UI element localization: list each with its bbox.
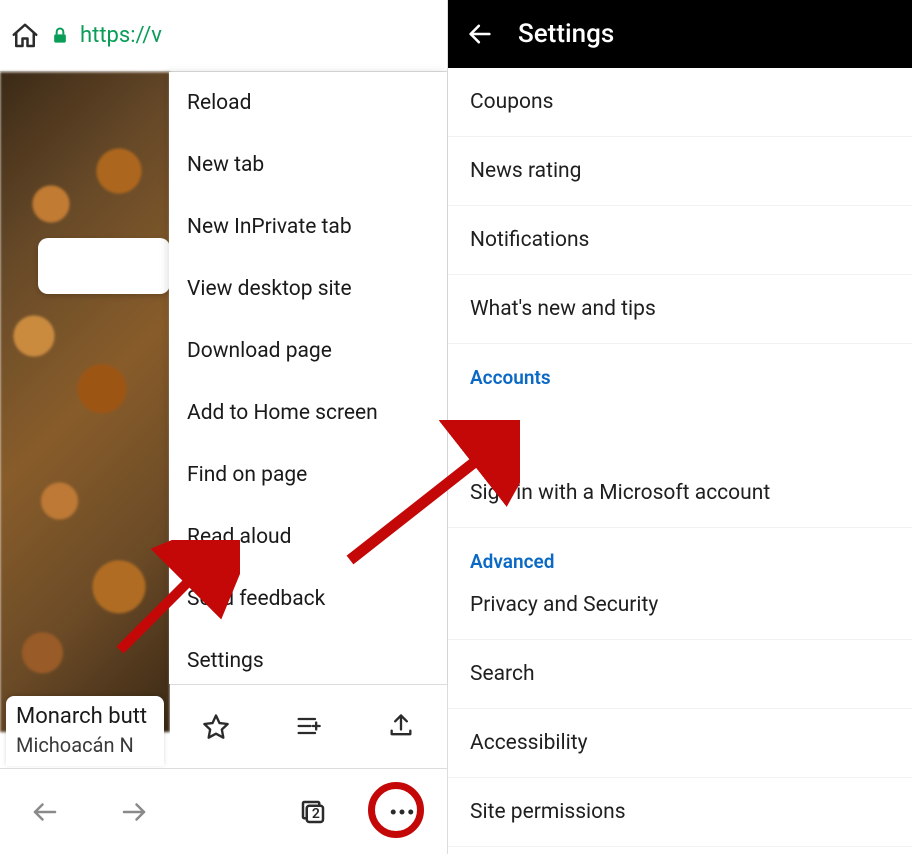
right-screenshot: Settings Coupons News rating Notificatio… — [448, 0, 912, 854]
reading-list-button[interactable] — [283, 701, 333, 751]
page-search-box[interactable] — [38, 238, 170, 294]
settings-item-privacy-security[interactable]: Privacy and Security — [448, 583, 912, 640]
menu-item-settings[interactable]: Settings — [169, 630, 447, 692]
settings-title: Settings — [518, 19, 614, 49]
back-icon[interactable] — [466, 20, 494, 48]
overflow-menu: Reload New tab New InPrivate tab View de… — [169, 72, 447, 684]
back-button[interactable] — [0, 769, 89, 854]
settings-item-sign-in[interactable]: Sign in with a Microsoft account — [448, 459, 912, 528]
menu-item-find-on-page[interactable]: Find on page — [169, 444, 447, 506]
more-button[interactable] — [358, 769, 447, 854]
bottom-nav: 2 — [0, 768, 447, 854]
url-text[interactable]: https://v — [80, 23, 162, 48]
address-bar: https://v — [0, 0, 447, 72]
content-card[interactable]: Monarch butt Michoacán N — [6, 696, 164, 766]
card-title: Monarch butt — [16, 704, 154, 729]
share-button[interactable] — [376, 701, 426, 751]
settings-header: Settings — [448, 0, 912, 68]
menu-toolbar — [170, 684, 447, 766]
menu-item-new-inprivate-tab[interactable]: New InPrivate tab — [169, 196, 447, 258]
page-background-image — [0, 72, 170, 732]
home-icon[interactable] — [10, 21, 40, 51]
lock-icon — [50, 26, 70, 46]
settings-section-accounts: Accounts — [448, 344, 912, 399]
favorite-button[interactable] — [191, 701, 241, 751]
settings-list: Coupons News rating Notifications What's… — [448, 68, 912, 847]
settings-item-notifications[interactable]: Notifications — [448, 206, 912, 275]
menu-item-download-page[interactable]: Download page — [169, 320, 447, 382]
menu-item-view-desktop-site[interactable]: View desktop site — [169, 258, 447, 320]
settings-item-whats-new[interactable]: What's new and tips — [448, 275, 912, 344]
menu-item-send-feedback[interactable]: Send feedback — [169, 568, 447, 630]
settings-item-site-permissions[interactable]: Site permissions — [448, 778, 912, 847]
forward-button[interactable] — [89, 769, 178, 854]
menu-item-add-to-home-screen[interactable]: Add to Home screen — [169, 382, 447, 444]
settings-item-coupons[interactable]: Coupons — [448, 68, 912, 137]
card-subtitle: Michoacán N — [16, 733, 154, 757]
settings-item-news-rating[interactable]: News rating — [448, 137, 912, 206]
menu-item-new-tab[interactable]: New tab — [169, 134, 447, 196]
settings-section-advanced: Advanced — [448, 528, 912, 583]
settings-item-search[interactable]: Search — [448, 640, 912, 709]
tab-count: 2 — [312, 806, 320, 822]
menu-item-reload[interactable]: Reload — [169, 72, 447, 134]
left-screenshot: https://v Reload New tab New InPrivate t… — [0, 0, 448, 854]
menu-item-read-aloud[interactable]: Read aloud — [169, 506, 447, 568]
settings-item-accessibility[interactable]: Accessibility — [448, 709, 912, 778]
tabs-button[interactable]: 2 — [268, 769, 357, 854]
